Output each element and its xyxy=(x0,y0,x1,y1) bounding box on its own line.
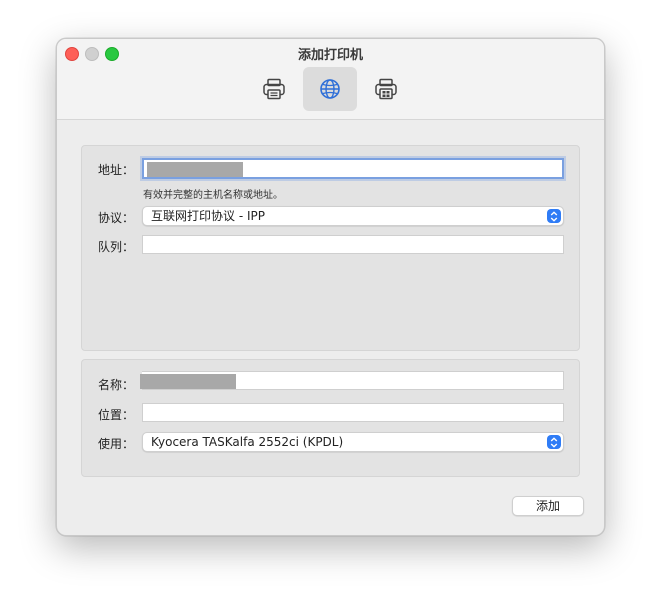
titlebar: 添加打印机 xyxy=(57,39,604,120)
add-printer-window: 添加打印机 地址： 有效并完整的主机名称或地址。 协议： 互联网打印协议 - I… xyxy=(56,38,605,536)
toolbar-ip-printer-button[interactable] xyxy=(303,67,357,111)
address-field[interactable] xyxy=(142,158,564,179)
printer-details-group: 名称： 位置： 使用： Kyocera TASKalfa 2552ci (KPD… xyxy=(81,359,580,477)
location-label: 位置： xyxy=(98,408,135,422)
protocol-label: 协议： xyxy=(98,211,135,225)
window-title: 添加打印机 xyxy=(297,48,363,63)
queue-label: 队列： xyxy=(98,240,135,254)
address-label: 地址： xyxy=(98,163,135,177)
name-field[interactable] xyxy=(140,371,564,390)
protocol-select[interactable]: 互联网打印协议 - IPP xyxy=(142,206,564,226)
chevron-updown-icon xyxy=(547,435,561,449)
fax-printer-icon xyxy=(375,78,397,100)
name-label: 名称： xyxy=(98,378,135,392)
chevron-updown-icon xyxy=(547,209,561,223)
globe-icon xyxy=(320,79,340,99)
queue-field[interactable] xyxy=(142,235,564,254)
redacted-address xyxy=(147,162,243,177)
redacted-name xyxy=(140,374,236,389)
printer-icon xyxy=(263,78,285,100)
connection-group: 地址： 有效并完整的主机名称或地址。 协议： 互联网打印协议 - IPP 队列： xyxy=(81,145,580,351)
address-hint: 有效并完整的主机名称或地址。 xyxy=(143,190,283,201)
location-field[interactable] xyxy=(142,403,564,422)
use-label: 使用： xyxy=(98,437,135,451)
add-button[interactable]: 添加 xyxy=(512,496,584,516)
toolbar-default-printer-button[interactable] xyxy=(247,67,301,111)
toolbar-windows-printer-button[interactable] xyxy=(359,67,413,111)
driver-select[interactable]: Kyocera TASKalfa 2552ci (KPDL) xyxy=(142,432,564,452)
